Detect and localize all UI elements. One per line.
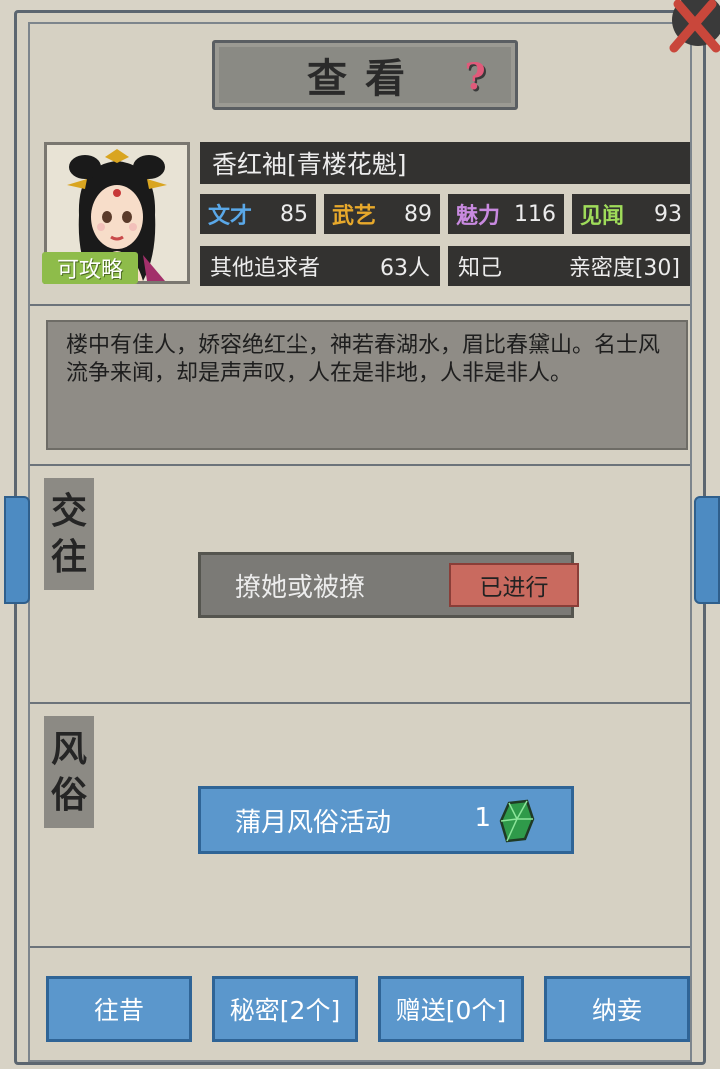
customs-label-char-1: 风 (50, 728, 87, 770)
attackable-tag: 可攻略 (42, 252, 138, 284)
page-title: 查看 (307, 55, 423, 102)
intimacy-value: 亲密度[30] (568, 256, 680, 281)
divider (30, 464, 690, 466)
stat-literary: 文才 85 (200, 194, 316, 234)
suitors-cell: 其他追求者 63人 (200, 246, 440, 286)
character-name: 香红袖[青楼花魁] (200, 142, 690, 184)
festival-activity-button[interactable]: 蒲月风俗活动 1 (198, 786, 574, 854)
relation-label: 知己 (458, 256, 503, 281)
flirt-action-label: 撩她或被撩 (235, 572, 366, 603)
close-icon[interactable] (650, 0, 720, 70)
stat-charm-label: 魅力 (456, 203, 501, 229)
question-icon[interactable]: ? (457, 57, 493, 97)
prev-page-tab[interactable] (4, 496, 30, 604)
divider (30, 946, 690, 948)
character-description: 楼中有佳人，娇容绝红尘，神若春湖水，眉比春黛山。名士风流争来闻，却是声声叹，人在… (46, 320, 688, 450)
stat-martial: 武艺 89 (324, 194, 440, 234)
stat-knowledge: 见闻 93 (572, 194, 690, 234)
secret-button[interactable]: 秘密[2个] (212, 976, 358, 1042)
past-button[interactable]: 往昔 (46, 976, 192, 1042)
divider (30, 702, 690, 704)
gift-button[interactable]: 赠送[0个] (378, 976, 524, 1042)
completed-status-badge: 已进行 (449, 563, 579, 607)
interaction-label-char-2: 往 (50, 536, 87, 578)
flirt-action-button[interactable]: 撩她或被撩 已进行 (198, 552, 579, 618)
marry-button[interactable]: 纳妾 (544, 976, 690, 1042)
customs-label-char-2: 俗 (50, 774, 87, 816)
interaction-label-char-1: 交 (50, 490, 87, 532)
stat-martial-value: 89 (404, 201, 432, 227)
next-page-tab[interactable] (694, 496, 720, 604)
stat-literary-label: 文才 (208, 203, 253, 229)
stat-martial-label: 武艺 (332, 203, 377, 229)
relation-cell: 知己 亲密度[30] (448, 246, 690, 286)
festival-activity-label: 蒲月风俗活动 (235, 807, 392, 838)
suitors-label: 其他追求者 (210, 256, 321, 281)
customs-section-label: 风 俗 (44, 716, 94, 828)
stat-charm-value: 116 (514, 201, 556, 227)
stat-charm: 魅力 116 (448, 194, 564, 234)
jade-gem-icon (499, 799, 535, 843)
stat-knowledge-value: 93 (654, 201, 682, 227)
divider (30, 304, 690, 306)
suitors-value: 63人 (380, 256, 430, 281)
interaction-section-label: 交 往 (44, 478, 94, 590)
stat-knowledge-label: 见闻 (580, 203, 625, 229)
stat-literary-value: 85 (280, 201, 308, 227)
gem-cost: 1 (474, 803, 491, 833)
title-panel: 查看 ? (212, 40, 518, 110)
